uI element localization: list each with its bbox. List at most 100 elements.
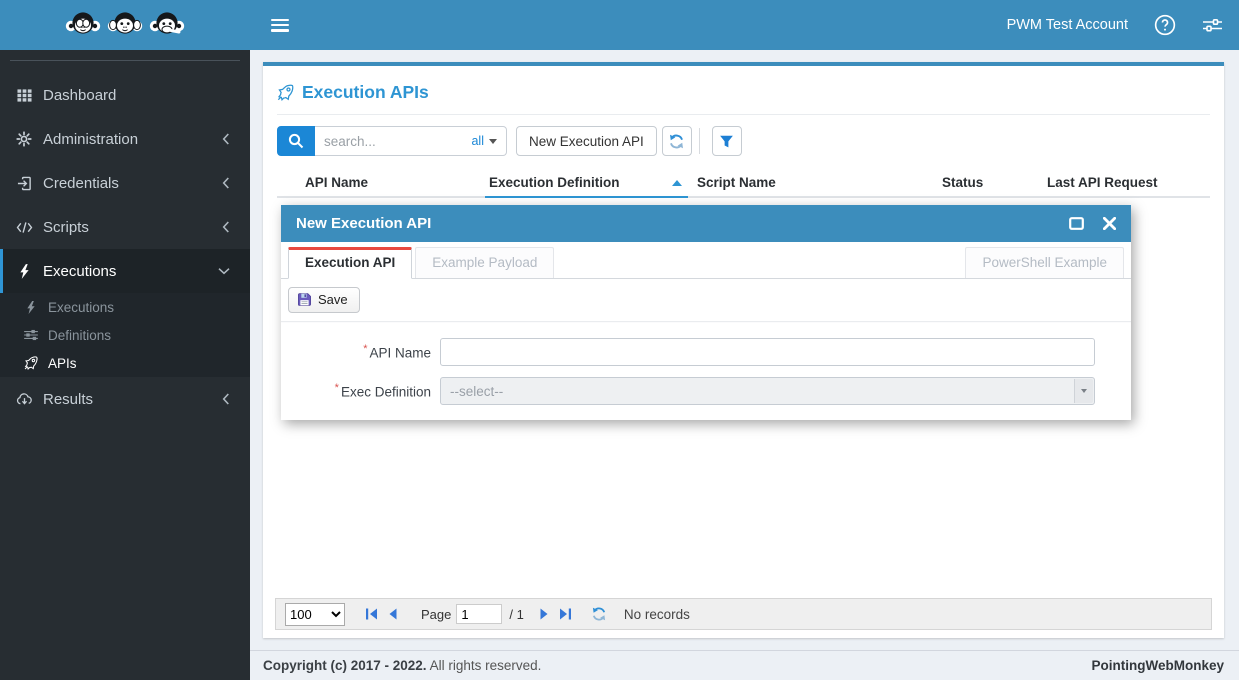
new-execution-api-modal: New Execution API Execution API Example … — [281, 205, 1131, 420]
footer: Copyright (c) 2017 - 2022. All rights re… — [250, 650, 1239, 680]
close-button[interactable] — [1103, 217, 1116, 230]
sidebar-item-dashboard[interactable]: Dashboard — [0, 73, 250, 117]
sidebar-item-label: Results — [43, 390, 94, 408]
required-marker: * — [363, 343, 368, 356]
app-logo[interactable] — [0, 0, 250, 50]
search-input-wrap: all — [315, 126, 507, 156]
api-name-label: * API Name — [363, 343, 431, 361]
select-dropdown-button[interactable] — [1074, 379, 1093, 403]
first-page-button[interactable] — [365, 608, 378, 620]
form-row-exec-definition: * Exec Definition --select-- — [297, 377, 1095, 405]
page-label: Page — [421, 606, 452, 622]
pager-refresh-button[interactable] — [591, 606, 607, 622]
chevron-left-icon — [222, 177, 230, 189]
hamburger-menu-icon[interactable] — [271, 18, 289, 32]
executions-submenu: Executions Definitions APIs — [0, 293, 250, 377]
three-monkeys-icon — [65, 11, 185, 35]
sidebar-item-label: Dashboard — [43, 86, 117, 104]
refresh-button[interactable] — [661, 126, 692, 156]
submenu-item-label: Executions — [48, 299, 115, 315]
column-header-status[interactable]: Status — [938, 171, 1043, 196]
search-group: all — [277, 126, 507, 156]
last-page-icon — [559, 608, 571, 620]
grid-pager: 100 Page / 1 No records — [275, 598, 1212, 630]
account-name[interactable]: PWM Test Account — [1007, 17, 1128, 33]
submenu-item-definitions[interactable]: Definitions — [0, 321, 250, 349]
floppy-save-icon — [298, 293, 311, 306]
toolbar-divider — [698, 128, 700, 154]
new-execution-api-button[interactable]: New Execution API — [516, 126, 657, 156]
refresh-icon — [592, 607, 605, 621]
tab-example-payload[interactable]: Example Payload — [415, 247, 555, 278]
content-area: Execution APIs all New Execution API — [250, 50, 1239, 680]
next-page-button[interactable] — [540, 608, 549, 620]
search-scope-dropdown[interactable]: all — [471, 134, 506, 148]
page-title-text: Execution APIs — [302, 82, 429, 102]
column-header-execution-definition[interactable]: Execution Definition — [485, 171, 688, 198]
sidebar-item-label: Administration — [43, 130, 139, 148]
submenu-item-apis[interactable]: APIs — [0, 349, 250, 377]
chevron-left-icon — [222, 221, 230, 233]
caret-down-icon — [1081, 389, 1087, 393]
chevron-down-icon — [218, 267, 230, 275]
sidebar-item-credentials[interactable]: Credentials — [0, 161, 250, 205]
search-icon — [288, 133, 304, 149]
submenu-item-executions[interactable]: Executions — [0, 293, 250, 321]
previous-page-icon — [389, 608, 397, 620]
close-icon — [1103, 217, 1116, 230]
search-input[interactable] — [315, 133, 472, 149]
copyright-text: Copyright (c) 2017 - 2022. All rights re… — [263, 658, 542, 673]
rocket-icon — [22, 356, 40, 370]
rocket-icon — [277, 84, 294, 101]
required-marker: * — [334, 382, 339, 395]
bolt-icon — [22, 300, 40, 314]
chevron-left-icon — [222, 393, 230, 405]
bolt-icon — [14, 263, 34, 279]
sliders-icon[interactable] — [1202, 16, 1223, 34]
modal-header[interactable]: New Execution API — [281, 205, 1131, 242]
modal-form: * API Name * Exec Definition --select-- — [281, 322, 1131, 420]
filter-funnel-icon — [720, 135, 734, 147]
sign-in-icon — [14, 176, 34, 191]
search-scope-label: all — [471, 134, 484, 148]
cloud-download-icon — [14, 392, 34, 406]
maximize-icon — [1069, 217, 1084, 230]
sidebar-item-label: Scripts — [43, 218, 89, 236]
sidebar-item-scripts[interactable]: Scripts — [0, 205, 250, 249]
page-number-input[interactable] — [456, 604, 503, 624]
tab-powershell-example[interactable]: PowerShell Example — [965, 247, 1124, 278]
first-page-icon — [366, 608, 377, 620]
exec-definition-select[interactable]: --select-- — [440, 377, 1095, 405]
modal-tabs: Execution API Example Payload PowerShell… — [281, 242, 1131, 279]
brand-name: PointingWebMonkey — [1091, 658, 1224, 673]
column-header-last-api-request[interactable]: Last API Request — [1043, 171, 1210, 196]
caret-down-icon — [489, 138, 497, 144]
page-total: / 1 — [509, 606, 524, 622]
previous-page-button[interactable] — [388, 608, 397, 620]
maximize-button[interactable] — [1069, 217, 1084, 230]
search-button[interactable] — [277, 126, 315, 156]
code-icon — [14, 221, 34, 234]
last-page-button[interactable] — [559, 608, 572, 620]
table-header-row: API Name Execution Definition Script Nam… — [277, 171, 1210, 198]
form-row-api-name: * API Name — [297, 338, 1095, 366]
api-name-input[interactable] — [440, 338, 1095, 366]
exec-definition-label: * Exec Definition — [334, 382, 431, 400]
grid-toolbar: all New Execution API — [277, 126, 1210, 156]
sidebar-item-executions[interactable]: Executions — [0, 249, 250, 293]
title-divider — [277, 114, 1210, 115]
column-header-api-name[interactable]: API Name — [277, 171, 485, 196]
help-circle-icon[interactable] — [1154, 14, 1176, 36]
sliders-icon — [22, 329, 40, 341]
page-size-select[interactable]: 100 — [285, 602, 345, 626]
filter-button[interactable] — [711, 126, 742, 156]
topbar: PWM Test Account — [250, 0, 1239, 50]
modal-toolbar: Save — [281, 279, 1131, 322]
save-button[interactable]: Save — [288, 287, 360, 313]
column-header-script-name[interactable]: Script Name — [688, 171, 938, 196]
next-page-icon — [540, 608, 548, 620]
sidebar-item-administration[interactable]: Administration — [0, 117, 250, 161]
sidebar-item-results[interactable]: Results — [0, 377, 250, 421]
tab-execution-api[interactable]: Execution API — [288, 247, 413, 279]
sidebar-menu: Dashboard Administration Credentials Scr… — [0, 60, 250, 421]
